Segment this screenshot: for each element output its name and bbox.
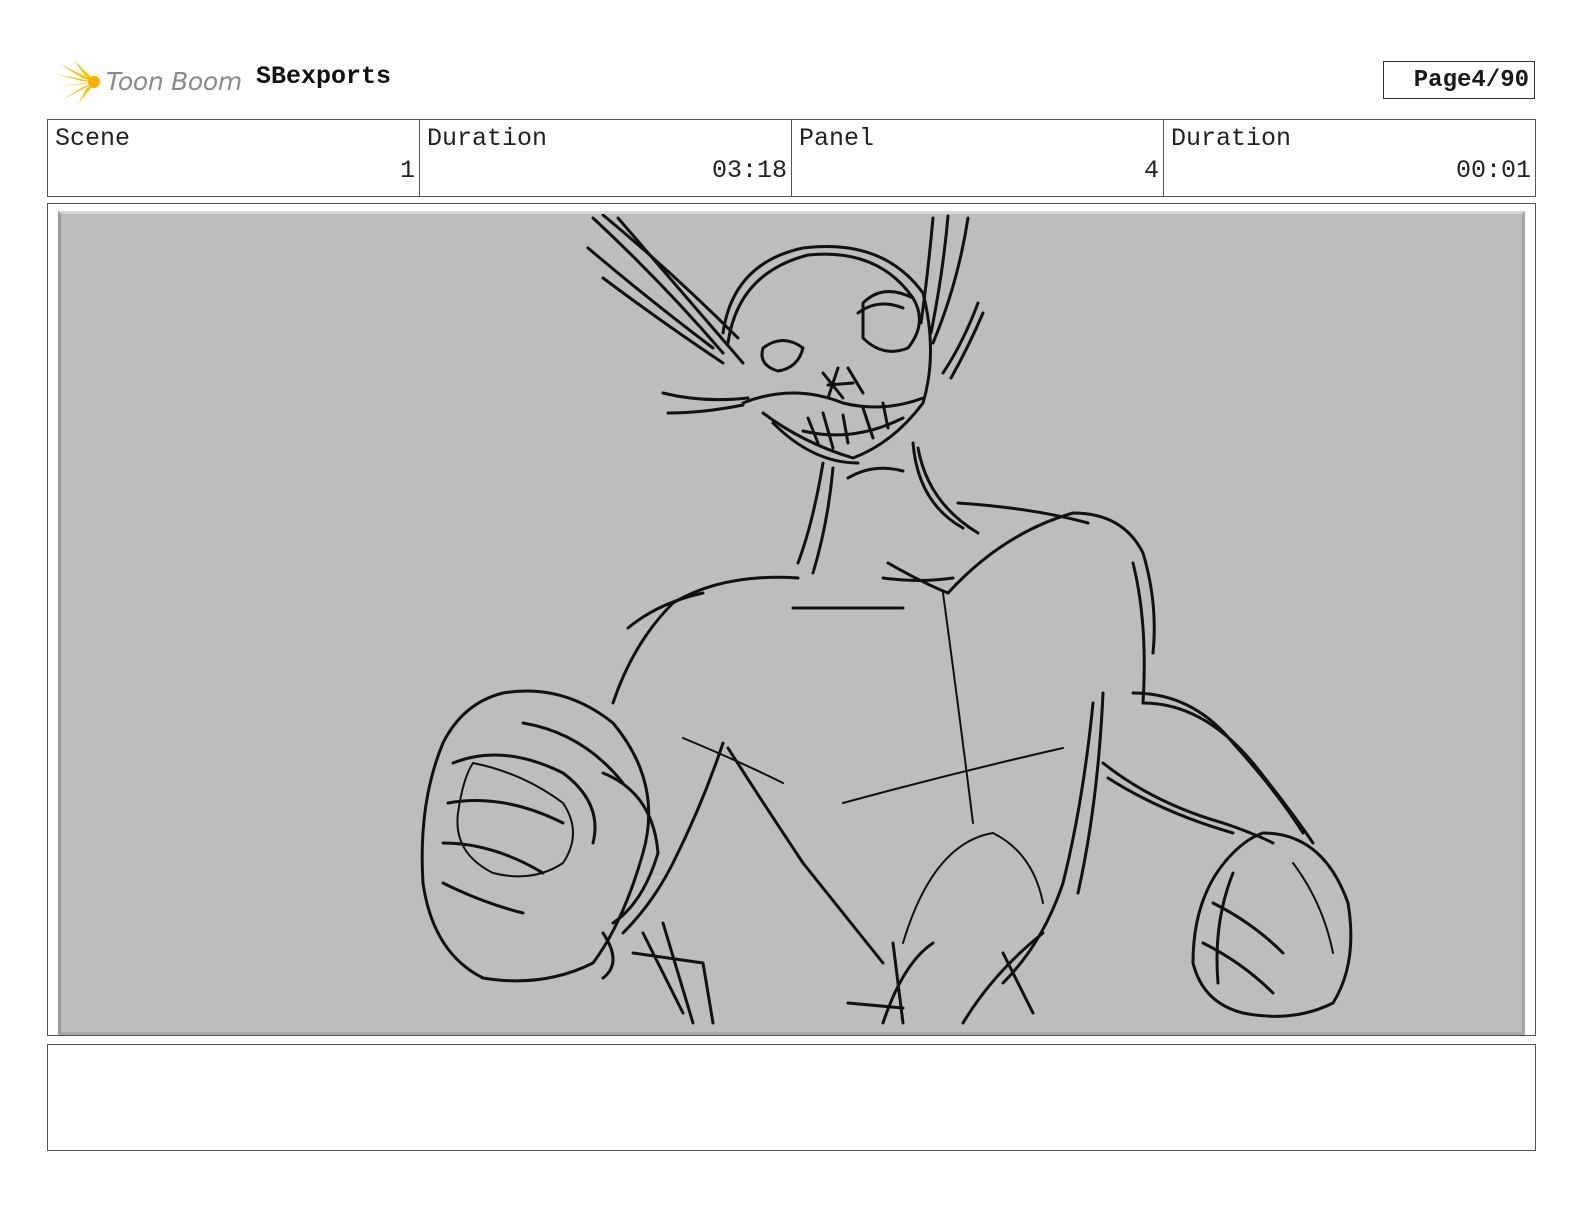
panel-notes-box bbox=[47, 1044, 1536, 1151]
logo-text: Toon Boom bbox=[106, 66, 242, 96]
page-indicator: Page 4/90 bbox=[1383, 61, 1535, 99]
panel-duration-value: 00:01 bbox=[1455, 156, 1531, 185]
logo-burst-icon bbox=[54, 60, 100, 104]
page-number: 4/90 bbox=[1471, 66, 1529, 94]
toon-boom-logo: Toon Boom bbox=[52, 56, 242, 106]
page-label: Page bbox=[1413, 66, 1472, 94]
project-title: SBexports bbox=[256, 62, 392, 91]
panel-duration-cell: Duration 00:01 bbox=[1164, 120, 1535, 196]
panel-cell: Panel 4 bbox=[792, 120, 1164, 196]
panel-duration-label: Duration bbox=[1171, 124, 1292, 153]
panel-label: Panel bbox=[799, 124, 875, 153]
scene-duration-label: Duration bbox=[427, 124, 548, 153]
scene-cell: Scene 1 bbox=[48, 120, 420, 196]
scene-label: Scene bbox=[55, 124, 131, 153]
character-sketch bbox=[420, 214, 1353, 1025]
scene-duration-cell: Duration 03:18 bbox=[420, 120, 792, 196]
storyboard-panel-image bbox=[58, 211, 1525, 1035]
scene-duration-value: 03:18 bbox=[711, 156, 787, 185]
panel-info-row: Scene 1 Duration 03:18 Panel 4 Duration … bbox=[47, 119, 1536, 197]
panel-value: 4 bbox=[1143, 156, 1159, 185]
scene-value: 1 bbox=[399, 156, 415, 185]
